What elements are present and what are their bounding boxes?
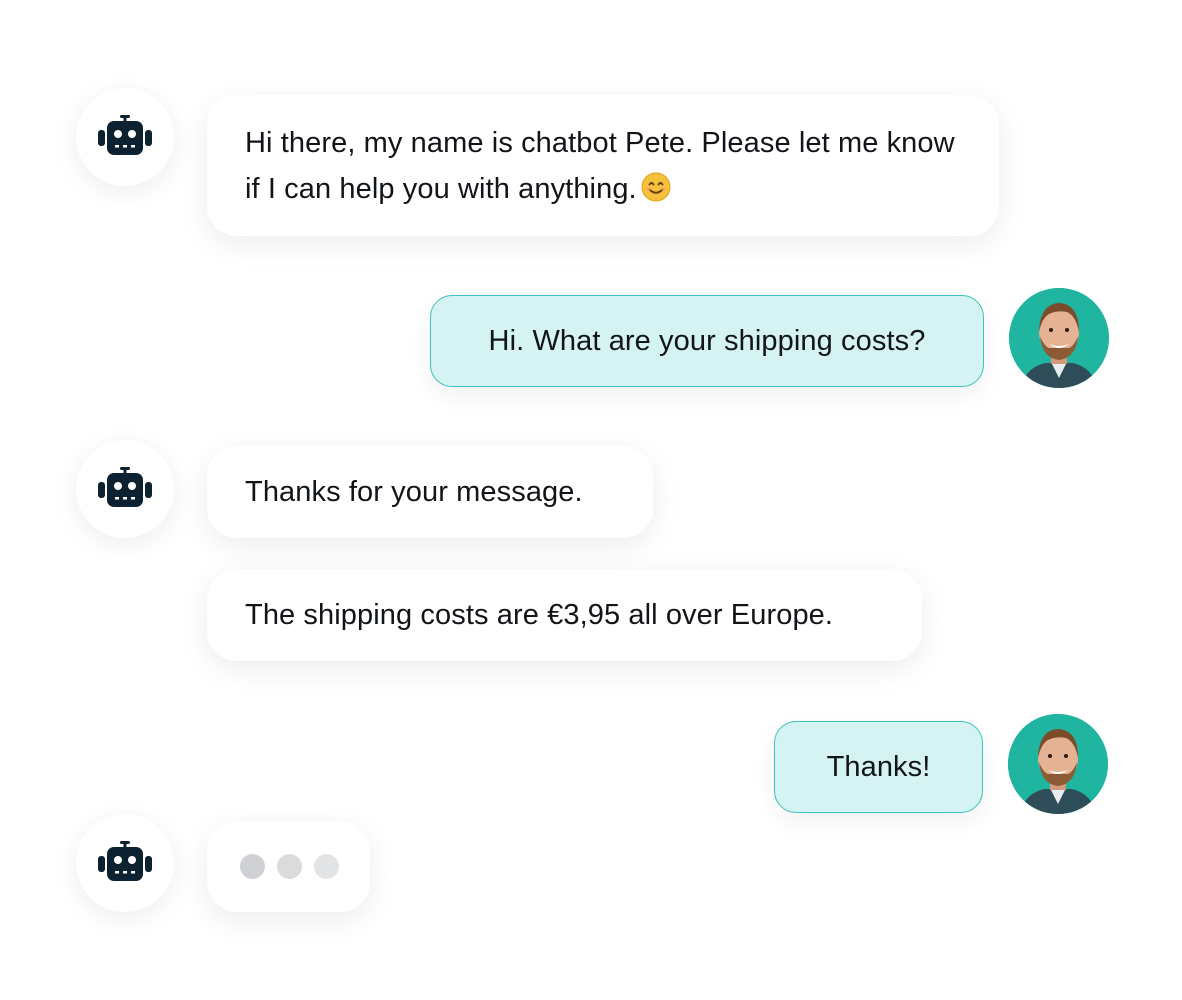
smiling-face-emoji-icon — [641, 172, 671, 201]
chat-conversation: Hi there, my name is chatbot Pete. Pleas… — [0, 0, 1182, 1000]
user-avatar — [1009, 288, 1109, 388]
typing-indicator — [207, 821, 370, 912]
user-avatar — [1008, 714, 1108, 814]
message-text: Hi there, my name is chatbot Pete. Pleas… — [245, 126, 955, 205]
typing-dot — [314, 854, 339, 879]
message-text: The shipping costs are €3,95 all over Eu… — [245, 599, 834, 631]
bot-message: The shipping costs are €3,95 all over Eu… — [207, 569, 922, 661]
bot-avatar — [76, 88, 174, 186]
message-text: Thanks! — [826, 751, 931, 783]
bot-avatar — [76, 814, 174, 912]
user-photo-avatar — [1009, 288, 1109, 388]
robot-icon — [98, 115, 152, 155]
robot-icon — [98, 841, 152, 881]
typing-dot — [277, 854, 302, 879]
message-text: Hi. What are your shipping costs? — [488, 325, 926, 357]
user-photo-avatar — [1008, 714, 1108, 814]
user-message: Hi. What are your shipping costs? — [430, 295, 984, 387]
user-message: Thanks! — [774, 721, 983, 813]
typing-dot — [240, 854, 265, 879]
bot-message: Hi there, my name is chatbot Pete. Pleas… — [207, 95, 999, 236]
robot-icon — [98, 467, 152, 507]
bot-avatar — [76, 440, 174, 538]
bot-message: Thanks for your message. — [207, 446, 653, 538]
message-text: Thanks for your message. — [245, 476, 583, 508]
